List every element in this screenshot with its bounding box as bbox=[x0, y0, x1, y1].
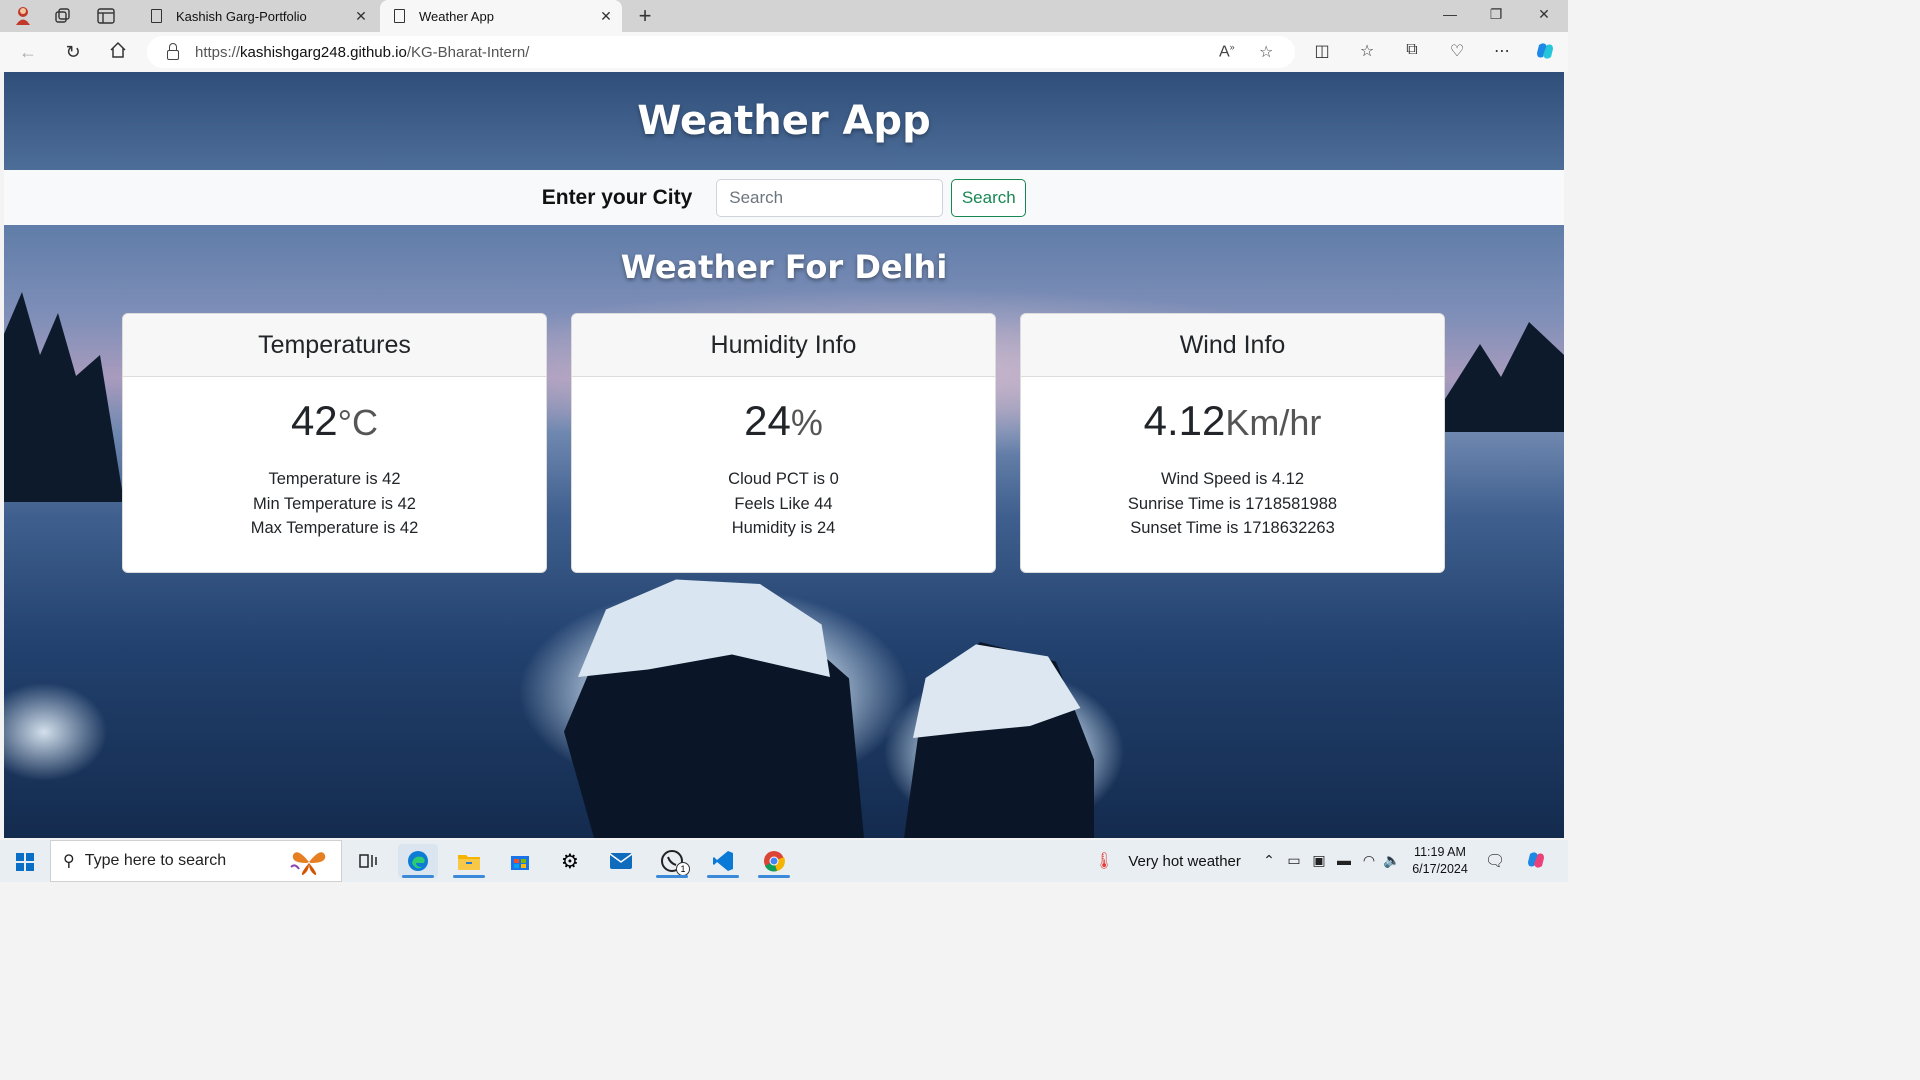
detail-line: Feels Like 44 bbox=[734, 494, 833, 513]
card-details: Wind Speed is 4.12 Sunrise Time is 17185… bbox=[1021, 467, 1444, 541]
settings-gear-icon[interactable]: ⚙ bbox=[550, 844, 590, 878]
address-bar-row: ← ↻ https://kashishgarg248.github.io/KG-… bbox=[0, 32, 1568, 72]
search-bar: Enter your City Search bbox=[4, 170, 1564, 225]
detail-line: Temperature is 42 bbox=[268, 470, 401, 488]
copilot-taskbar-icon[interactable] bbox=[1526, 850, 1544, 873]
lock-icon[interactable] bbox=[167, 43, 179, 60]
detail-line: Humidity is 24 bbox=[731, 519, 836, 537]
big-number: 4.12 bbox=[1143, 397, 1226, 444]
app-header: Weather App bbox=[4, 72, 1564, 170]
whatsapp-icon[interactable]: 1 bbox=[652, 844, 692, 878]
taskbar-search-box[interactable]: ⚲ Type here to search bbox=[50, 840, 342, 882]
meet-now-icon[interactable]: ▭ bbox=[1285, 852, 1303, 869]
battery-icon[interactable]: ▬ bbox=[1335, 852, 1353, 868]
page-icon bbox=[151, 9, 162, 23]
thermometer-icon: 🌡 bbox=[1094, 853, 1115, 870]
profile-avatar-icon[interactable] bbox=[12, 5, 34, 27]
card-details: Temperature is 42 Min Temperature is 42 … bbox=[123, 467, 546, 541]
detail-line: Min Temperature is 42 bbox=[253, 494, 416, 513]
browser-essentials-icon[interactable]: ♡ bbox=[1446, 41, 1468, 61]
tray-app-icon[interactable]: ▣ bbox=[1310, 852, 1328, 869]
close-icon[interactable]: ✕ bbox=[596, 8, 616, 25]
url-field[interactable]: https://kashishgarg248.github.io/KG-Bhar… bbox=[147, 36, 1295, 68]
favorite-star-icon[interactable]: ☆ bbox=[1259, 42, 1273, 62]
detail-line: Cloud PCT is 0 bbox=[728, 470, 839, 488]
weather-widget[interactable]: 🌡 Very hot weather bbox=[1094, 840, 1241, 882]
copilot-icon[interactable] bbox=[1534, 41, 1556, 66]
minimize-icon[interactable]: — bbox=[1440, 6, 1460, 22]
unit-label: % bbox=[790, 402, 823, 443]
back-arrow-icon[interactable]: ← bbox=[16, 41, 40, 65]
tab-title: Kashish Garg-Portfolio bbox=[176, 8, 307, 24]
more-options-icon[interactable]: ⋯ bbox=[1491, 41, 1513, 61]
detail-line: Wind Speed is 4.12 bbox=[1160, 470, 1305, 488]
page-viewport: Weather App Enter your City Search Weath… bbox=[4, 72, 1564, 838]
read-aloud-icon[interactable]: A» bbox=[1219, 42, 1235, 61]
page-icon bbox=[394, 9, 405, 23]
mail-icon[interactable] bbox=[601, 844, 641, 878]
notification-badge: 1 bbox=[676, 862, 690, 876]
chevron-up-icon[interactable]: ⌃ bbox=[1260, 852, 1278, 869]
restore-icon[interactable]: ❐ bbox=[1486, 6, 1506, 23]
microsoft-store-icon[interactable] bbox=[500, 844, 540, 878]
favorites-icon[interactable]: ☆ bbox=[1356, 41, 1378, 61]
wind-card: Wind Info 4.12Km/hr Wind Speed is 4.12 S… bbox=[1020, 313, 1445, 573]
unit-label: Km/hr bbox=[1225, 402, 1322, 443]
detail-line: Sunset Time is 1718632263 bbox=[1130, 519, 1335, 537]
clock-time: 11:19 AM bbox=[1414, 845, 1466, 859]
card-header: Humidity Info bbox=[572, 314, 995, 377]
file-explorer-icon[interactable] bbox=[449, 844, 489, 878]
unit-label: °C bbox=[337, 402, 379, 443]
task-view-icon[interactable] bbox=[348, 844, 388, 878]
new-tab-icon[interactable]: + bbox=[634, 3, 656, 29]
edge-browser-icon[interactable] bbox=[398, 844, 438, 878]
url-text: https://kashishgarg248.github.io/KG-Bhar… bbox=[195, 43, 530, 61]
wind-value: 4.12Km/hr bbox=[1021, 397, 1444, 449]
tab-portfolio[interactable]: Kashish Garg-Portfolio ✕ bbox=[137, 0, 377, 32]
collections-icon[interactable]: ⧉ bbox=[1401, 41, 1423, 59]
windows-taskbar: ⚲ Type here to search ⚙ 1 🌡 Very hot wea… bbox=[0, 840, 1568, 882]
close-icon[interactable]: ✕ bbox=[351, 8, 371, 25]
card-header: Wind Info bbox=[1021, 314, 1444, 377]
weather-heading: Weather For Delhi bbox=[620, 248, 948, 286]
search-button[interactable]: Search bbox=[951, 178, 1027, 217]
clock-date: 6/17/2024 bbox=[1412, 862, 1468, 876]
tab-weather-app[interactable]: Weather App ✕ bbox=[380, 0, 622, 32]
tree-silhouette bbox=[4, 292, 124, 502]
detail-line: Sunrise Time is 1718581988 bbox=[1127, 494, 1338, 513]
workspaces-icon[interactable] bbox=[52, 5, 74, 27]
temperature-value: 42°C bbox=[123, 397, 546, 449]
card-details: Cloud PCT is 0 Feels Like 44 Humidity is… bbox=[572, 467, 995, 541]
big-number: 24 bbox=[744, 397, 791, 444]
tab-actions-icon[interactable] bbox=[95, 5, 117, 27]
system-clock[interactable]: 11:19 AM 6/17/2024 bbox=[1404, 844, 1476, 878]
card-header: Temperatures bbox=[123, 314, 546, 377]
search-icon: ⚲ bbox=[63, 853, 75, 870]
butterfly-icon bbox=[290, 852, 326, 875]
detail-line: Max Temperature is 42 bbox=[250, 519, 419, 537]
big-number: 42 bbox=[290, 397, 338, 444]
close-window-icon[interactable]: ✕ bbox=[1534, 6, 1554, 23]
notifications-icon[interactable]: 🗨 bbox=[1485, 851, 1505, 871]
wifi-icon[interactable]: ◠ bbox=[1360, 852, 1378, 869]
humidity-value: 24% bbox=[572, 397, 995, 449]
taskbar-search-placeholder: Type here to search bbox=[84, 852, 227, 869]
tab-title: Weather App bbox=[419, 8, 494, 24]
search-label: Enter your City bbox=[541, 185, 693, 209]
refresh-icon[interactable]: ↻ bbox=[61, 41, 85, 65]
app-title: Weather App bbox=[637, 98, 931, 144]
temperatures-card: Temperatures 42°C Temperature is 42 Min … bbox=[122, 313, 547, 573]
humidity-card: Humidity Info 24% Cloud PCT is 0 Feels L… bbox=[571, 313, 996, 573]
tree-silhouette bbox=[1424, 322, 1564, 432]
browser-tab-bar: Kashish Garg-Portfolio ✕ Weather App ✕ +… bbox=[0, 0, 1568, 32]
city-search-input[interactable] bbox=[716, 178, 944, 217]
volume-icon[interactable]: 🔈 bbox=[1383, 852, 1401, 869]
chrome-icon[interactable] bbox=[754, 844, 794, 878]
split-screen-icon[interactable]: ◫ bbox=[1311, 41, 1333, 61]
windows-start-icon[interactable] bbox=[16, 853, 34, 871]
home-icon[interactable] bbox=[106, 41, 130, 65]
weather-text: Very hot weather bbox=[1128, 852, 1241, 870]
vscode-icon[interactable] bbox=[703, 844, 743, 878]
